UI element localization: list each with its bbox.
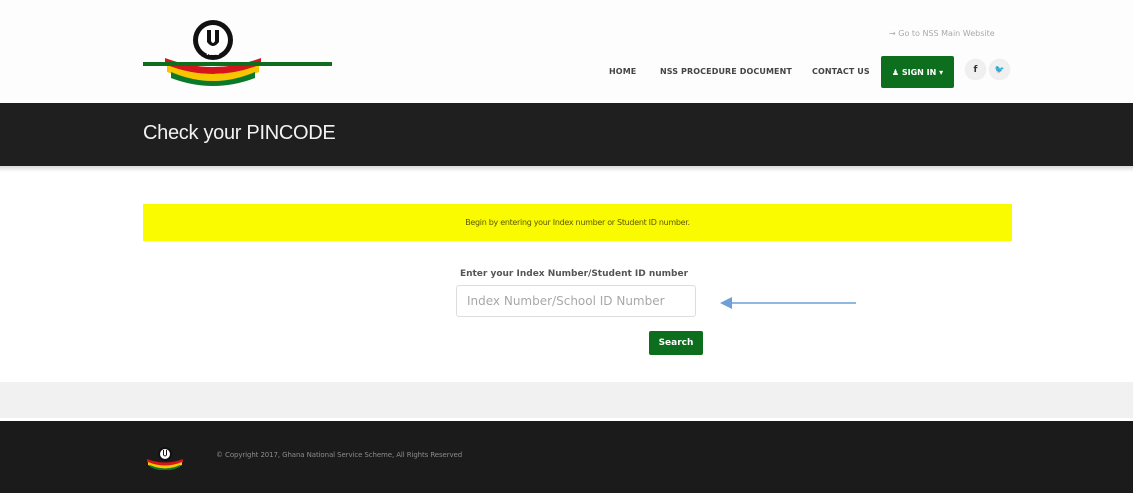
title-underline (143, 62, 332, 66)
search-button[interactable]: Search (649, 331, 703, 355)
nav-procedure-document[interactable]: NSS PROCEDURE DOCUMENT (660, 67, 792, 76)
notice-text: Begin by entering your Index number or S… (465, 218, 690, 227)
banner-shadow (0, 166, 1133, 172)
index-number-input[interactable] (456, 285, 696, 317)
main-website-link[interactable]: → Go to NSS Main Website (889, 29, 995, 38)
page-banner: Check your PINCODE (0, 103, 1133, 166)
footer-separator (0, 382, 1133, 418)
facebook-icon[interactable]: f (966, 60, 985, 79)
twitter-icon[interactable]: 🐦 (990, 60, 1009, 79)
nss-logo[interactable]: NSS (163, 18, 263, 86)
page-title: Check your PINCODE (143, 122, 336, 144)
svg-text:NSS: NSS (206, 50, 219, 57)
nav-home[interactable]: HOME (609, 67, 636, 76)
copyright-text: © Copyright 2017, Ghana National Service… (216, 451, 463, 459)
footer-nss-logo[interactable] (147, 446, 183, 470)
nav-contact-us[interactable]: CONTACT US (812, 67, 870, 76)
index-number-label: Enter your Index Number/Student ID numbe… (459, 269, 689, 279)
sign-in-button[interactable]: ♟ SIGN IN ▾ (881, 56, 954, 88)
instruction-notice: Begin by entering your Index number or S… (143, 204, 1012, 241)
arrow-left-icon (720, 297, 856, 309)
site-header: NSS → Go to NSS Main Website HOME NSS PR… (0, 0, 1133, 103)
